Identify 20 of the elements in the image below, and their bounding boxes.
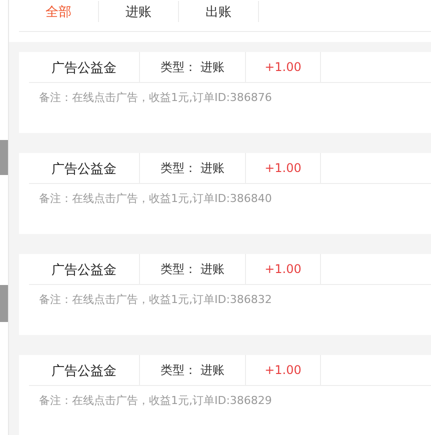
record-name: 广告公益金: [29, 355, 140, 385]
record-note: 备注：在线点击广告，收益1元,订单ID:386832: [38, 292, 273, 307]
filter-tab[interactable]: 出账: [179, 1, 259, 22]
record-note: 备注：在线点击广告，收益1元,订单ID:386876: [38, 90, 273, 105]
record-name: 广告公益金: [29, 254, 140, 284]
scrollbar-thumb[interactable]: [0, 285, 8, 322]
record-amount: +1.00: [246, 52, 321, 82]
record-type: 类型： 进账: [140, 355, 246, 385]
record-amount: +1.00: [246, 355, 321, 385]
record-name: 广告公益金: [29, 153, 140, 183]
filter-tab[interactable]: 进账: [99, 1, 179, 22]
record-type: 类型： 进账: [140, 153, 246, 183]
record-type: 类型： 进账: [140, 52, 246, 82]
record-note: 备注：在线点击广告，收益1元,订单ID:386840: [38, 191, 273, 206]
record-note: 备注：在线点击广告，收益1元,订单ID:386829: [38, 393, 273, 408]
record-amount: +1.00: [246, 153, 321, 183]
record-amount: +1.00: [246, 254, 321, 284]
record-name: 广告公益金: [29, 52, 140, 82]
record-type: 类型： 进账: [140, 254, 246, 284]
scrollbar-thumb[interactable]: [0, 140, 8, 175]
